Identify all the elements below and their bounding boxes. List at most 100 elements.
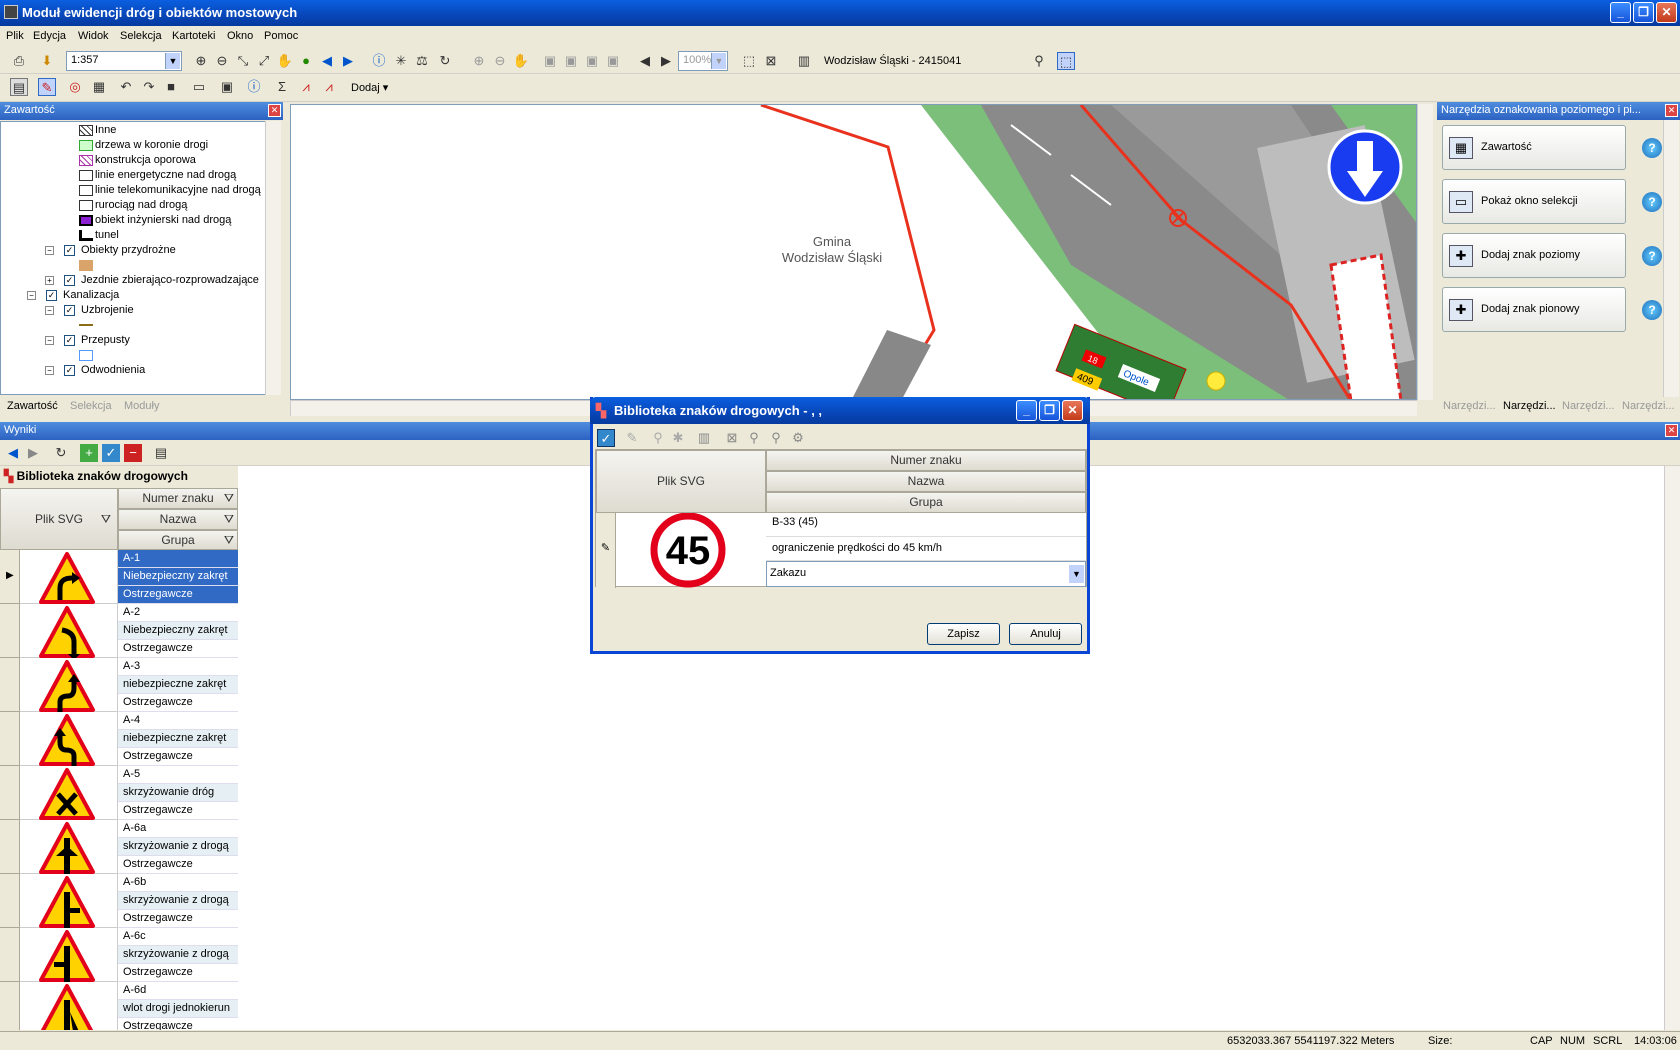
table-row[interactable]: A-6b skrzyżowanie z drogą Ostrzegawcze [0, 874, 238, 930]
row-selector[interactable] [0, 766, 20, 820]
help-icon[interactable]: ? [1642, 246, 1662, 266]
pan-select-icon[interactable]: ✋ [512, 52, 530, 70]
table-row[interactable]: A-6a skrzyżowanie z drogą Ostrzegawcze [0, 820, 238, 876]
dialog-header-svg[interactable]: Plik SVG [596, 450, 766, 513]
layer-checkbox[interactable]: ✓ [64, 304, 75, 316]
undo-icon[interactable]: ↶ [117, 78, 135, 96]
filter-icon[interactable]: ⛛ [101, 489, 111, 549]
tree-item[interactable]: + ✓ Jezdnie zbierająco-rozprowadzające [45, 274, 259, 290]
fit-icon[interactable]: ▣ [541, 52, 559, 70]
dialog-close-button[interactable]: ✕ [1062, 400, 1083, 421]
delete-record-icon[interactable]: − [124, 444, 142, 462]
back-arrow-icon[interactable]: ◀ [4, 444, 22, 462]
filter-icon[interactable]: ⛛ [224, 489, 234, 508]
pan-hand-icon[interactable]: ✋ [276, 52, 294, 70]
settings-icon[interactable]: ⚙ [789, 429, 807, 447]
page-back-icon[interactable]: ◀ [636, 52, 654, 70]
collapse-icon[interactable]: − [45, 305, 54, 315]
map-vertical-scrollbar[interactable] [1417, 104, 1433, 400]
chevron-down-icon[interactable]: ▼ [1069, 565, 1084, 583]
add-record-icon[interactable]: + [80, 444, 98, 462]
help-icon[interactable]: ? [1642, 192, 1662, 212]
map-view[interactable]: 18 409 Opole Gmina Wodzisław Śląski [290, 104, 1417, 400]
layer-checkbox[interactable]: ✓ [64, 364, 75, 376]
tree-item[interactable] [79, 349, 95, 365]
close-icon[interactable]: ✕ [1665, 424, 1678, 437]
map-canvas[interactable]: 18 409 Opole Gmina Wodzisław Śląski [291, 105, 1417, 400]
refresh-icon[interactable]: ↻ [436, 52, 454, 70]
menu-kartoteki[interactable]: Kartoteki [172, 30, 215, 42]
add-dropdown[interactable]: Dodaj ▾ [346, 78, 394, 98]
attributes-icon[interactable]: ▦ [90, 78, 108, 96]
chevron-down-icon[interactable]: ▼ [711, 53, 726, 69]
menu-plik[interactable]: Plik [6, 30, 24, 42]
tree-item[interactable]: rurociąg nad drogą [79, 199, 187, 215]
row-selector[interactable] [0, 604, 20, 658]
apply-icon[interactable]: ✓ [597, 429, 615, 447]
tree-item[interactable]: − ✓ Uzbrojenie [45, 304, 134, 320]
select-icon[interactable]: ⬚ [740, 52, 758, 70]
tab-moduly[interactable]: Moduły [124, 400, 159, 412]
layer-checkbox[interactable]: ✓ [64, 244, 75, 256]
row-selector[interactable] [0, 874, 20, 928]
chart-icon[interactable]: ⩘ [297, 78, 315, 96]
row-selector[interactable] [0, 712, 20, 766]
toggle-select-icon[interactable]: ⬚ [1057, 52, 1075, 70]
contents-tool-button[interactable]: ▦ Zawartość [1442, 125, 1626, 170]
fit-page-icon[interactable]: ▣ [583, 52, 601, 70]
table-row[interactable]: A-6d wlot drogi jednokierun Ostrzegawcze [0, 982, 238, 1030]
close-icon[interactable]: ✕ [268, 104, 281, 117]
table-row[interactable]: A-6c skrzyżowanie z drogą Ostrzegawcze [0, 928, 238, 984]
zoom-out-icon[interactable]: ⊖ [213, 52, 231, 70]
close-button[interactable]: ✕ [1656, 2, 1677, 23]
window-icon[interactable]: ▭ [190, 78, 208, 96]
results-scrollbar[interactable] [1664, 466, 1680, 1030]
chart-edit-icon[interactable]: ⩘ [320, 78, 338, 96]
clear-select-icon[interactable]: ⊠ [762, 52, 780, 70]
cancel-button[interactable]: Anuluj [1009, 623, 1082, 645]
filter-icon[interactable]: ✱ [669, 429, 687, 447]
grid-header-name[interactable]: Nazwa ⛛ [118, 509, 238, 530]
layer-checkbox[interactable]: ✓ [64, 274, 75, 286]
search-icon[interactable]: ⚲ [1030, 52, 1048, 70]
tree-item[interactable]: − ✓ Odwodnienia [45, 364, 145, 380]
menu-okno[interactable]: Okno [227, 30, 253, 42]
table-row[interactable]: ▶ A-1 Niebezpieczny zakręt Ostrzegawcze [0, 550, 238, 604]
sign-group-select[interactable]: Zakazu ▼ [766, 561, 1086, 587]
sign-number-field[interactable]: B-33 (45) [766, 513, 1086, 537]
edit-icon[interactable]: ✎ [623, 429, 641, 447]
zoom-select-out-icon[interactable]: ⊖ [491, 52, 509, 70]
chevron-down-icon[interactable]: ▼ [165, 53, 180, 69]
row-selector[interactable] [0, 928, 20, 982]
edit-vertex-icon[interactable]: ✎ [38, 78, 56, 96]
filter-icon[interactable]: ⛛ [224, 531, 234, 549]
download-icon[interactable]: ⬇ [38, 52, 56, 70]
redo-icon[interactable]: ↷ [140, 78, 158, 96]
columns-icon[interactable]: ▥ [695, 429, 713, 447]
menu-selekcja[interactable]: Selekcja [120, 30, 162, 42]
snap-icon[interactable]: ◎ [66, 78, 84, 96]
zoom-extent-icon[interactable]: ⊠ [723, 429, 741, 447]
tab-tools-4[interactable]: Narzędzi... [1622, 400, 1675, 412]
zoom-combo[interactable]: 100% ▼ [678, 51, 728, 71]
dialog-maximize-button[interactable]: ❐ [1039, 400, 1060, 421]
grid-header-svg[interactable]: Plik SVG ⛛ [0, 488, 118, 550]
tree-item[interactable] [79, 319, 95, 335]
tree-item[interactable]: − ✓ Przepusty [45, 334, 130, 350]
page-forward-icon[interactable]: ▶ [657, 52, 675, 70]
menu-edycja[interactable]: Edycja [33, 30, 66, 42]
layer-checkbox[interactable]: ✓ [64, 334, 75, 346]
dialog-header-number[interactable]: Numer znaku [766, 450, 1086, 471]
refresh-icon[interactable]: ↻ [52, 444, 70, 462]
tree-item[interactable]: konstrukcja oporowa [79, 154, 196, 170]
collapse-icon[interactable]: − [45, 365, 54, 375]
info-icon[interactable]: ⓘ [245, 78, 263, 96]
expand-icon[interactable]: + [45, 275, 54, 285]
table-icon[interactable]: ▤ [10, 78, 28, 96]
row-selector[interactable]: ▶ [0, 550, 20, 604]
add-vertical-sign-button[interactable]: ✚ Dodaj znak pionowy [1442, 287, 1626, 332]
row-selector[interactable] [0, 658, 20, 712]
tree-item[interactable]: tunel [79, 229, 119, 245]
grid-header-group[interactable]: Grupa ⛛ [118, 530, 238, 550]
add-horizontal-sign-button[interactable]: ✚ Dodaj znak poziomy [1442, 233, 1626, 278]
